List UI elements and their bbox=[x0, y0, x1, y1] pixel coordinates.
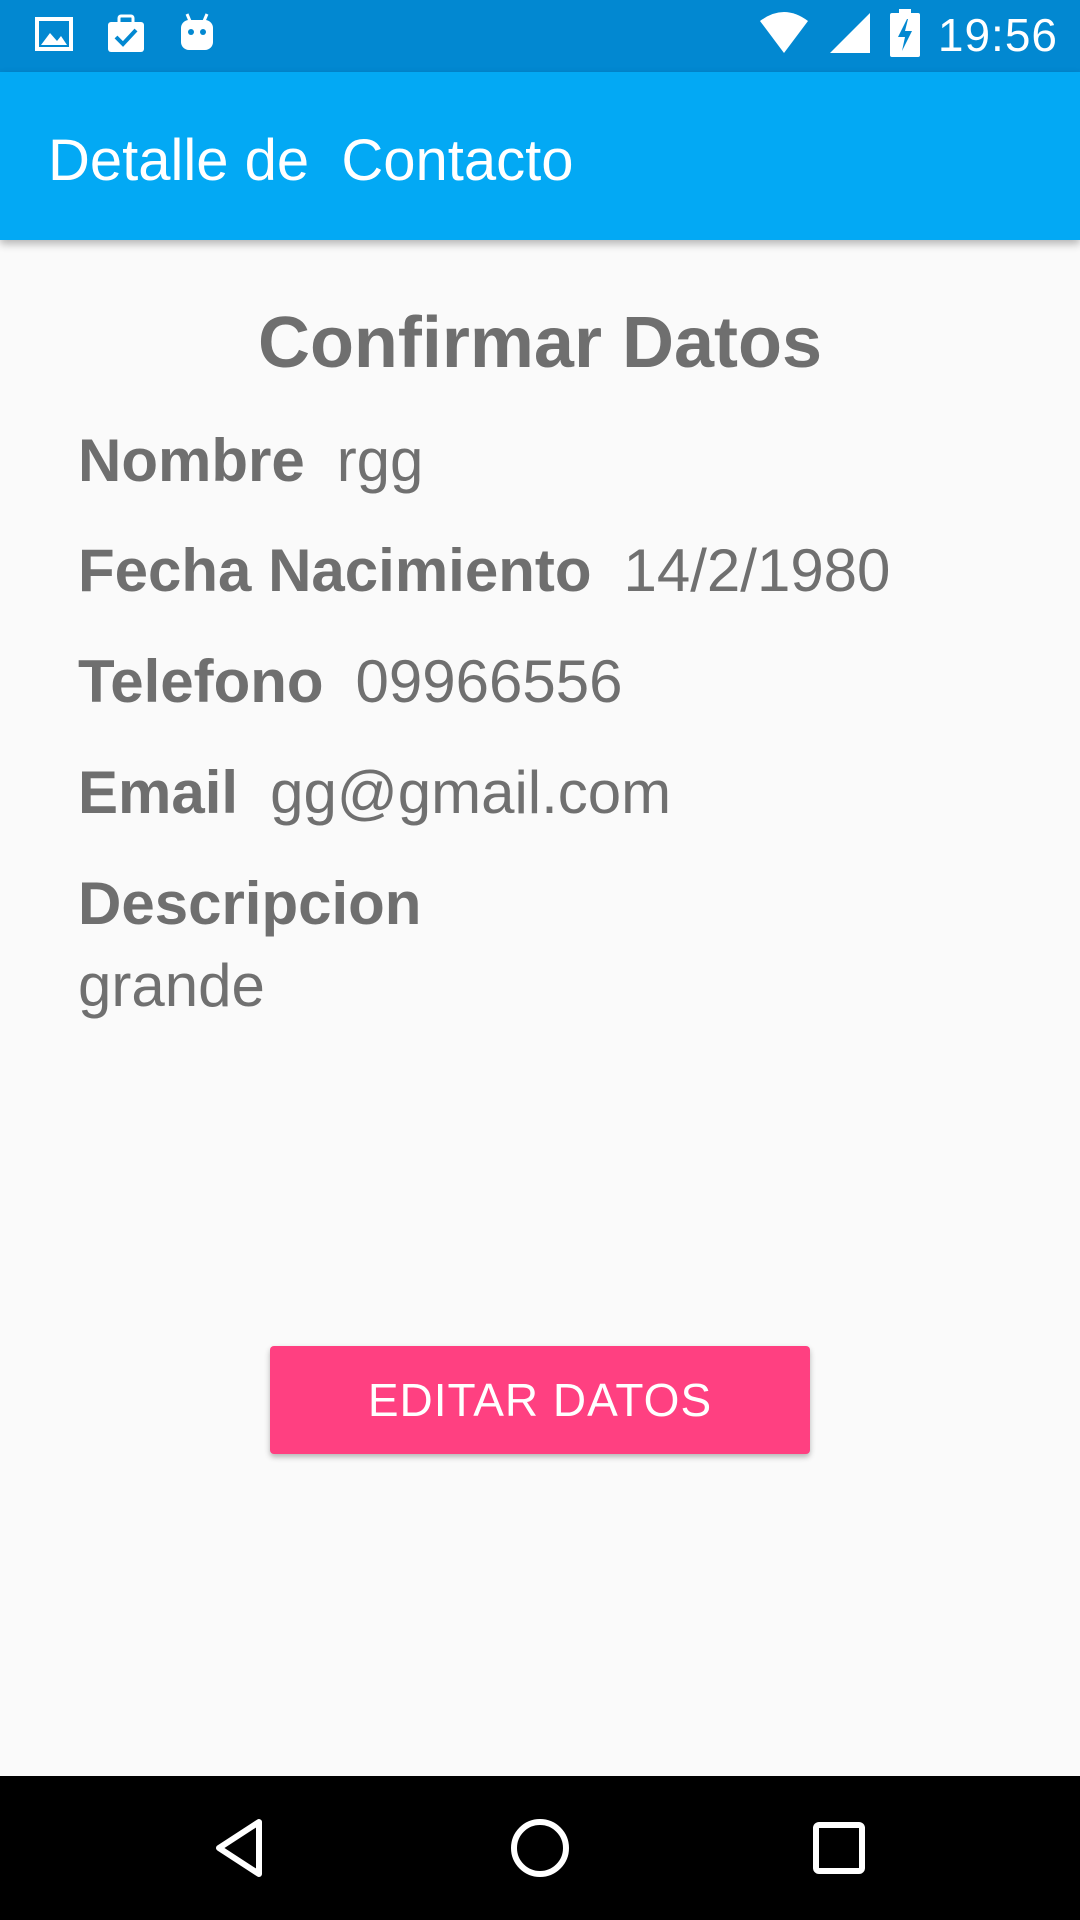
status-time: 19:56 bbox=[937, 9, 1058, 61]
field-label: Fecha Nacimiento bbox=[78, 537, 592, 604]
field-telefono: Telefono 09966556 bbox=[78, 647, 623, 716]
field-label: Descripcion bbox=[78, 870, 422, 937]
signal-icon bbox=[828, 11, 872, 60]
status-bar: 19:56 bbox=[0, 0, 1080, 72]
field-value: gg@gmail.com bbox=[270, 759, 672, 826]
field-value: 09966556 bbox=[355, 648, 623, 715]
field-fecha-nacimiento: Fecha Nacimiento 14/2/1980 bbox=[78, 536, 890, 605]
back-icon[interactable] bbox=[205, 1812, 277, 1884]
wifi-icon bbox=[758, 11, 810, 60]
page-heading: Confirmar Datos bbox=[257, 303, 823, 383]
edit-data-button[interactable]: EDITAR DATOS bbox=[270, 1346, 810, 1454]
home-icon[interactable] bbox=[504, 1812, 576, 1884]
field-value: rgg bbox=[336, 427, 424, 494]
navigation-bar bbox=[0, 1776, 1080, 1920]
clipboard-check-icon bbox=[104, 12, 148, 56]
field-label: Email bbox=[78, 759, 239, 826]
field-label: Nombre bbox=[78, 427, 305, 494]
field-label: Telefono bbox=[78, 648, 324, 715]
contact-detail-content: Confirmar Datos Nombre rgg Fecha Nacimien… bbox=[0, 240, 1080, 1776]
field-value: 14/2/1980 bbox=[623, 537, 891, 604]
recents-icon[interactable] bbox=[803, 1812, 875, 1884]
app-bar: Detalle de Contacto bbox=[0, 72, 1080, 240]
app-title: Detalle de Contacto bbox=[48, 128, 574, 193]
image-icon bbox=[34, 14, 74, 54]
android-icon bbox=[178, 12, 216, 56]
battery-charging-icon bbox=[889, 8, 920, 62]
field-value: grande bbox=[78, 952, 265, 1019]
field-descripcion: Descripcion bbox=[78, 869, 453, 938]
field-nombre: Nombre rgg bbox=[78, 426, 423, 495]
field-email: Email gg@gmail.com bbox=[78, 758, 671, 827]
